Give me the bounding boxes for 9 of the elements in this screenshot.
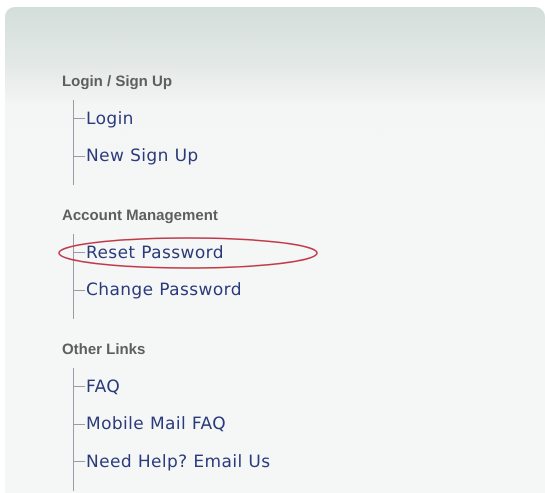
section-heading: Account Management <box>62 206 219 226</box>
menu-link[interactable]: Need Help? Email Us <box>86 452 270 472</box>
menu-link[interactable]: Change Password <box>86 280 242 300</box>
menu-link[interactable]: Mobile Mail FAQ <box>86 414 226 434</box>
menu-link[interactable]: New Sign Up <box>86 146 199 166</box>
menu-link[interactable]: FAQ <box>86 376 120 397</box>
section-heading: Login / Sign Up <box>62 72 173 92</box>
section-heading: Other Links <box>62 340 146 360</box>
menu-link[interactable]: Login <box>86 108 134 129</box>
